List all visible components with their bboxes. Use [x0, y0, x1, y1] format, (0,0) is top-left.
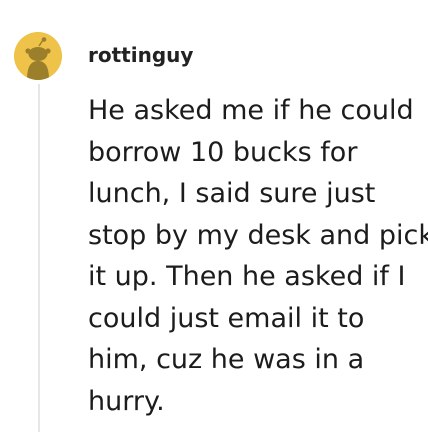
- thread-line[interactable]: [38, 84, 40, 432]
- comment-line: He asked me if he could: [88, 95, 414, 126]
- avatar[interactable]: [14, 32, 62, 80]
- comment-line: him, cuz he was in a: [88, 344, 365, 375]
- username[interactable]: rottinguy: [88, 42, 193, 68]
- comment-line: hurry.: [88, 385, 165, 417]
- comment-line: stop by my desk and pick: [88, 219, 428, 251]
- comment-line: it up. Then he asked if I: [88, 261, 406, 292]
- comment: rottinguy He asked me if he could borrow…: [0, 0, 428, 432]
- snoo-avatar-icon: [14, 32, 62, 80]
- comment-line: could just email it to: [88, 302, 365, 334]
- comment-body: He asked me if he could borrow 10 bucks …: [88, 90, 428, 422]
- comment-line: borrow 10 bucks for: [88, 136, 358, 168]
- comment-line: lunch, I said sure just: [88, 178, 376, 209]
